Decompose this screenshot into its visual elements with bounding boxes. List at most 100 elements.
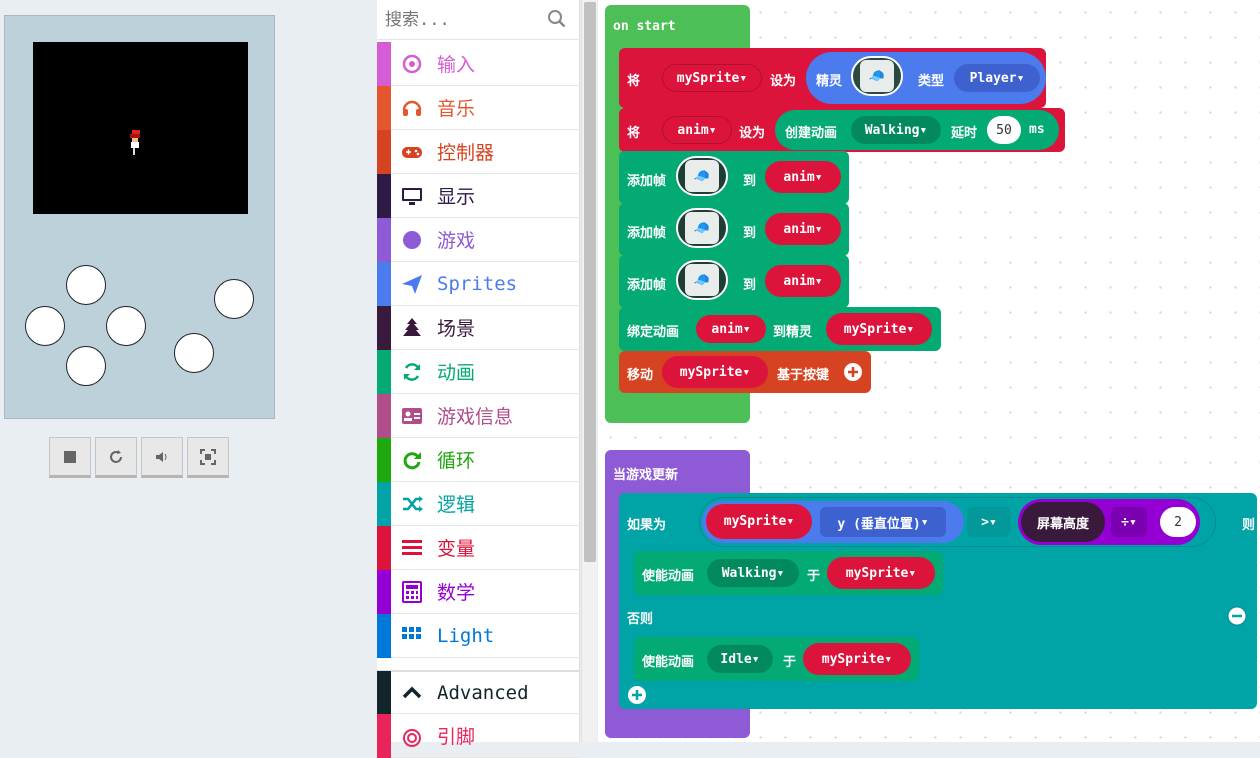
category-label: 场景 xyxy=(437,318,476,340)
headphones-icon xyxy=(402,100,422,116)
toolbox-category-id-card[interactable]: 游戏信息 xyxy=(377,393,580,438)
monitor-icon xyxy=(402,187,422,205)
category-label: 显示 xyxy=(437,186,476,208)
frame-image-thumb[interactable]: 🧢 xyxy=(676,156,728,196)
category-color-bar xyxy=(377,670,391,715)
move-label: 移动 xyxy=(627,368,654,383)
toolbox-category-gamepad[interactable]: 控制器 xyxy=(377,129,580,174)
number-input[interactable]: 2 xyxy=(1160,507,1196,537)
a-button[interactable] xyxy=(214,279,254,319)
sprite-label: 精灵 xyxy=(816,74,843,89)
toolbox-category-refresh[interactable]: 动画 xyxy=(377,349,580,394)
toolbox-category-loop[interactable]: 循环 xyxy=(377,437,580,482)
game-screen xyxy=(33,42,248,214)
toolbox-scrollbar[interactable] xyxy=(581,0,597,742)
animation-name-dropdown[interactable]: Walking xyxy=(851,116,941,144)
restart-button[interactable] xyxy=(95,437,137,478)
enable-animation-walking-block[interactable]: 使能动画 Walking 于 mySprite xyxy=(634,551,943,595)
search-icon[interactable] xyxy=(547,9,567,29)
variable-dropdown[interactable]: anim xyxy=(662,116,732,144)
math-operator-dropdown[interactable]: ÷ xyxy=(1111,507,1147,537)
toolbox-category-paper-plane[interactable]: Sprites xyxy=(377,261,580,306)
animation-name-dropdown[interactable]: Idle xyxy=(707,645,773,673)
variable-dropdown[interactable]: mySprite xyxy=(662,64,762,92)
category-label: 循环 xyxy=(437,450,476,472)
toolbox-category-pin[interactable]: 引脚 xyxy=(377,713,580,758)
property-dropdown[interactable]: y (垂直位置) xyxy=(820,507,946,537)
scrollbar-thumb[interactable] xyxy=(584,2,596,562)
delay-input[interactable]: 50 xyxy=(987,116,1021,144)
set-label: 将 xyxy=(627,126,641,141)
category-color-bar xyxy=(377,393,391,438)
toolbox-category-list[interactable]: 变量 xyxy=(377,525,580,570)
set-sprite-block[interactable]: 将 mySprite 设为 精灵 🧢 类型 Player xyxy=(619,48,1046,108)
toolbox-category-circle[interactable]: 游戏 xyxy=(377,217,580,262)
animation-name-dropdown[interactable]: Walking xyxy=(707,559,799,587)
enable-animation-idle-block[interactable]: 使能动画 Idle 于 mySprite xyxy=(634,637,919,681)
stop-icon xyxy=(64,450,76,463)
screen-height-block[interactable]: 屏幕高度 xyxy=(1021,502,1105,542)
toolbox-category-target[interactable]: 输入 xyxy=(377,41,580,86)
refresh-icon xyxy=(403,362,421,381)
dpad-down-button[interactable] xyxy=(66,346,106,386)
enable-anim-label: 使能动画 xyxy=(642,655,695,670)
operator-dropdown[interactable]: > xyxy=(967,507,1011,537)
on-label: 于 xyxy=(783,655,797,670)
category-label: 变量 xyxy=(437,538,476,560)
anim-variable-dropdown[interactable]: anim xyxy=(765,265,841,297)
dpad-up-button[interactable] xyxy=(66,265,106,305)
game-simulator[interactable] xyxy=(4,15,275,419)
sprite-variable-dropdown[interactable]: mySprite xyxy=(662,356,768,388)
sound-button[interactable] xyxy=(141,437,183,478)
set-anim-block[interactable]: 将 anim 设为 创建动画 Walking 延时 50 ms xyxy=(619,108,1065,152)
ms-label: ms xyxy=(1029,122,1045,137)
stop-button[interactable] xyxy=(49,437,91,478)
create-anim-label: 创建动画 xyxy=(785,126,838,141)
add-else-if-icon[interactable] xyxy=(626,684,648,706)
anim-variable-dropdown[interactable]: anim xyxy=(765,213,841,245)
blocks-workspace[interactable]: on start 将 mySprite 设为 精灵 🧢 类型 Player 将 … xyxy=(598,0,1260,742)
volume-icon xyxy=(156,451,167,462)
sprite-variable-dropdown[interactable]: mySprite xyxy=(827,557,935,589)
tree-icon xyxy=(403,317,421,336)
toolbox-category-headphones[interactable]: 音乐 xyxy=(377,85,580,130)
toolbox-category-monitor[interactable]: 显示 xyxy=(377,173,580,218)
list-icon xyxy=(402,539,422,555)
toolbox-category-calculator[interactable]: 数学 xyxy=(377,569,580,614)
toolbox-category-chevron-up[interactable]: Advanced xyxy=(377,670,580,715)
add-frame-block[interactable]: 添加帧 🧢 到 anim xyxy=(619,255,849,308)
frame-image-thumb[interactable]: 🧢 xyxy=(676,208,728,248)
search-input[interactable] xyxy=(385,8,535,32)
to-label: 到 xyxy=(743,226,757,241)
toolbox-category-grid[interactable]: Light xyxy=(377,613,580,658)
add-frame-block[interactable]: 添加帧 🧢 到 anim xyxy=(619,203,849,256)
sprite-variable-dropdown[interactable]: mySprite xyxy=(803,643,911,675)
toolbox-category-shuffle[interactable]: 逻辑 xyxy=(377,481,580,526)
anim-variable-dropdown[interactable]: anim xyxy=(696,315,766,343)
paper-plane-icon xyxy=(402,274,422,294)
category-color-bar xyxy=(377,217,391,262)
kind-dropdown[interactable]: Player xyxy=(954,64,1040,92)
add-icon[interactable] xyxy=(843,362,863,382)
sprite-image-thumb[interactable]: 🧢 xyxy=(851,56,903,96)
move-with-buttons-block[interactable]: 移动 mySprite 基于按键 xyxy=(619,351,871,393)
add-frame-label: 添加帧 xyxy=(627,226,667,241)
dpad-left-button[interactable] xyxy=(25,306,65,346)
sprite-variable-dropdown[interactable]: mySprite xyxy=(706,504,812,539)
gamepad-icon xyxy=(402,146,422,158)
category-color-bar xyxy=(377,41,391,86)
sprite-variable-dropdown[interactable]: mySprite xyxy=(826,313,932,345)
remove-else-icon[interactable] xyxy=(1226,605,1248,627)
frame-image-thumb[interactable]: 🧢 xyxy=(676,260,728,300)
attach-animation-block[interactable]: 绑定动画 anim 到精灵 mySprite xyxy=(619,307,941,351)
toolbox-category-tree[interactable]: 场景 xyxy=(377,305,580,350)
fullscreen-button[interactable] xyxy=(187,437,229,478)
dpad-right-button[interactable] xyxy=(106,306,146,346)
circle-icon xyxy=(403,230,421,249)
category-color-bar xyxy=(377,85,391,130)
anim-variable-dropdown[interactable]: anim xyxy=(765,161,841,193)
category-color-bar xyxy=(377,481,391,526)
set-to-label: 设为 xyxy=(770,74,797,89)
b-button[interactable] xyxy=(174,333,214,373)
add-frame-block[interactable]: 添加帧 🧢 到 anim xyxy=(619,151,849,204)
